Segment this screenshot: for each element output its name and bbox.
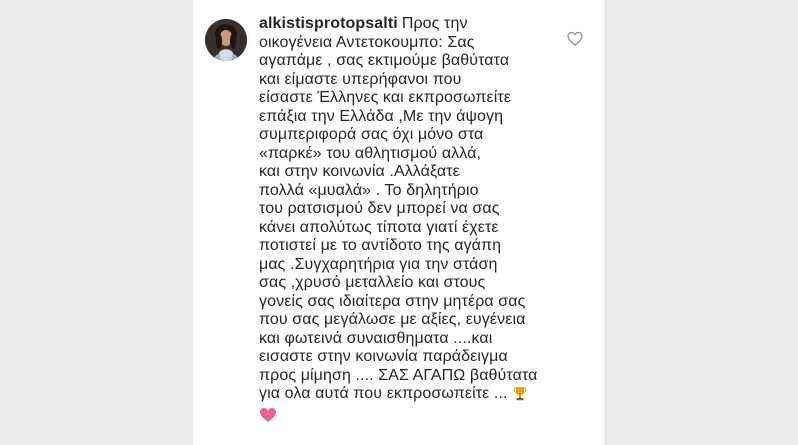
comment-text: alkistisprotopsalti Προς την οικογένεια Α… xyxy=(259,15,559,428)
comment-line-emoji xyxy=(259,407,559,429)
comment-line: συμπεριφορά σας όχι μόνο στα xyxy=(259,126,484,143)
heart-outline-icon[interactable] xyxy=(567,31,583,47)
comment-line: πολλά «μυαλά» . Το δηλητήριο xyxy=(259,181,479,199)
comment-line: αγαπάμε , σας εκτιμούμε βαθύτατα xyxy=(259,52,510,69)
comment-text-segment: για ολα αυτά που εκπροσωπείτε ... xyxy=(259,385,508,402)
trophy-emoji xyxy=(512,385,528,407)
comment-line: alkistisprotopsalti Προς την xyxy=(259,15,559,34)
left-background xyxy=(0,0,193,445)
profile-avatar[interactable] xyxy=(205,19,247,61)
pink-heart-emoji xyxy=(259,407,277,429)
comment-line: είσαστε Έλληνες και εκπροσωπείτε xyxy=(259,89,512,106)
comment-card: alkistisprotopsalti Προς την οικογένεια Α… xyxy=(193,0,604,445)
username-link[interactable]: alkistisprotopsalti xyxy=(259,15,398,32)
comment-line: σας ,χρυσό μεταλλείο και στους xyxy=(259,274,486,291)
comment-text-segment: Προς την xyxy=(401,15,468,32)
comment-line: οικογένεια Αντετοκουμπο: Σας xyxy=(259,33,475,51)
comment-line: επάξια την Ελλάδα ,Με την άψογη xyxy=(259,107,504,125)
comment-line: εισαστε στην κοινωνία παράδειγμα xyxy=(259,348,508,365)
comment-line: «παρκέ» του αθλητισμού αλλά, xyxy=(259,144,482,162)
comment-line: ποτιστεί με το αντίδοτο της αγάπη xyxy=(259,237,502,254)
comment-line: και φωτεινά συναισθηματα ....και xyxy=(259,329,493,347)
comment-line: προς μίμηση .... ΣΑΣ ΑΓΑΠΩ βαθύτατα xyxy=(259,366,538,384)
comment-line: που σας μεγάλωσε με αξίες, ευγένεια xyxy=(259,311,526,328)
comment-line: του ρατσισμού δεν μπορεί να σας xyxy=(259,200,500,217)
comment-line: και είμαστε υπερήφανοι που xyxy=(259,70,462,88)
comment-line: γονείς σας ιδιαίτερα στην μητέρα σας xyxy=(259,292,526,310)
comment-line-last: για ολα αυτά που εκπροσωπείτε ... xyxy=(259,385,559,407)
comment-line: κάνει απολύτως τίποτα γιατί έχετε xyxy=(259,218,499,236)
right-background xyxy=(604,0,798,445)
comment-line: μας .Συγχαρητήρια για την στάση xyxy=(259,255,498,273)
comment-line: και στην κοινωνία .Αλλάξατε xyxy=(259,163,460,180)
